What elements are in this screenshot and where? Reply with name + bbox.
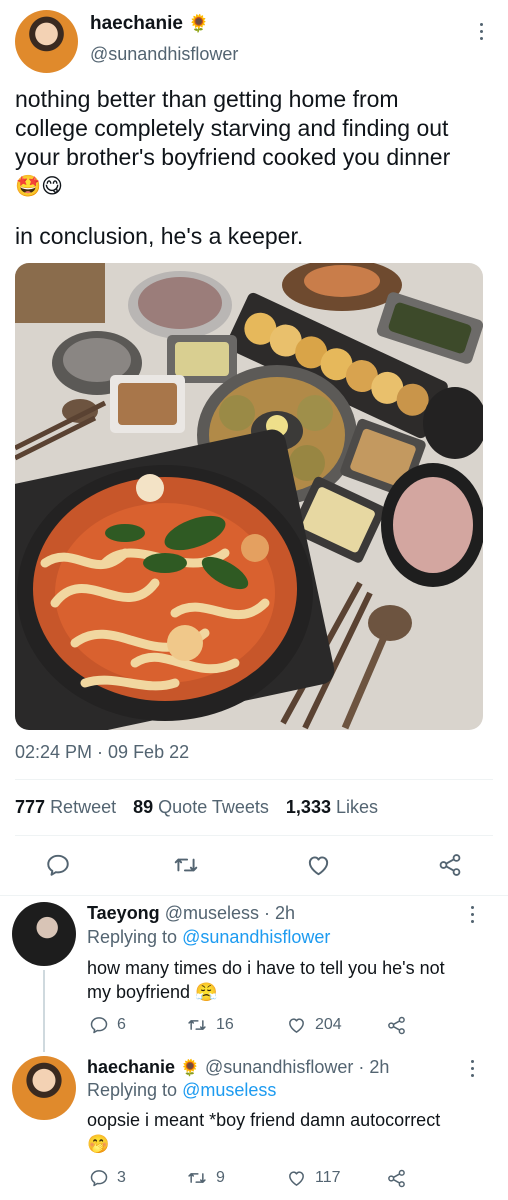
reply-text: how many times do i have to tell you he'…: [87, 956, 497, 1004]
reply-reply-button[interactable]: 3: [89, 1168, 126, 1188]
author-name-row[interactable]: haechanie 🌻: [90, 13, 209, 35]
replying-to-prefix: Replying to: [87, 1080, 178, 1100]
reply-avatar[interactable]: [12, 1056, 76, 1120]
retweet-count: 9: [216, 1169, 225, 1186]
retweets-stat[interactable]: 777 Retweet: [15, 797, 121, 817]
tweet-text-line: your brother's boyfriend cooked you dinn…: [15, 144, 451, 170]
retweet-icon: [174, 858, 198, 872]
likes-stat[interactable]: 1,333 Likes: [286, 797, 378, 817]
replying-to-handle[interactable]: @sunandhisflower: [182, 927, 330, 947]
replying-to-prefix: Replying to: [87, 927, 178, 947]
replying-to: Replying to @museless: [87, 1080, 276, 1101]
reply-text: oopsie i meant *boy friend damn autocorr…: [87, 1108, 497, 1156]
reply-text-line: how many times do i have to tell you he'…: [87, 958, 445, 978]
retweet-icon: [188, 1173, 206, 1183]
likes-label: Likes: [335, 797, 379, 817]
retweet-button[interactable]: [172, 852, 200, 878]
reply-like-button[interactable]: 204: [286, 1015, 342, 1035]
like-button[interactable]: [305, 852, 332, 878]
reply-button[interactable]: [45, 852, 71, 878]
author-avatar[interactable]: [15, 10, 78, 73]
reply-share-button[interactable]: [386, 1168, 407, 1189]
speech-bubble-icon: [47, 854, 69, 876]
reply-retweet-button[interactable]: 9: [186, 1168, 225, 1188]
like-count: 204: [315, 1016, 342, 1033]
thread-line: [43, 970, 45, 1052]
replying-to-handle[interactable]: @museless: [182, 1080, 276, 1100]
reply-author-handle[interactable]: @sunandhisflower: [205, 1057, 353, 1077]
tweet-conclusion: in conclusion, he's a keeper.: [15, 223, 304, 249]
heart-icon: [289, 1018, 304, 1033]
reply-header: Taeyong @museless · 2h: [87, 903, 295, 924]
likes-count: 1,333: [285, 797, 331, 817]
speech-bubble-icon: [90, 1170, 108, 1187]
reply-retweet-button[interactable]: 16: [186, 1015, 234, 1035]
retweet-icon: [188, 1020, 206, 1030]
more-options-icon[interactable]: [480, 23, 484, 41]
quotes-label: Quote Tweets: [158, 797, 269, 817]
share-icon: [439, 854, 461, 876]
reply-reply-button[interactable]: 6: [89, 1015, 126, 1035]
quotes-stat[interactable]: 89 Quote Tweets: [133, 797, 274, 817]
divider: [15, 779, 493, 780]
reply-author-emoji: 🌻: [180, 1060, 200, 1077]
tweet-text-line: college completely starving and finding …: [15, 115, 449, 141]
reply-text-line: oopsie i meant *boy friend damn autocorr…: [87, 1110, 441, 1130]
reply-author-handle[interactable]: @museless: [165, 903, 259, 923]
share-icon: [388, 1169, 405, 1188]
reply-count: 3: [117, 1169, 126, 1186]
retweets-count: 777: [15, 797, 46, 817]
retweets-label: Retweet: [50, 797, 117, 817]
divider: [0, 895, 508, 896]
reply-count: 6: [117, 1016, 126, 1033]
reply-more-icon[interactable]: [471, 906, 475, 924]
tweet-timestamp[interactable]: 02:24 PM · 09 Feb 22: [15, 742, 189, 763]
reply-time[interactable]: · 2h: [358, 1057, 389, 1077]
tweet-text-line: nothing better than getting home from: [15, 86, 399, 112]
reply-avatar[interactable]: [12, 902, 76, 966]
like-count: 117: [315, 1169, 341, 1186]
author-handle[interactable]: @sunandhisflower: [90, 44, 238, 65]
reply-share-button[interactable]: [386, 1015, 407, 1036]
tweet-stats: 777 Retweet 89 Quote Tweets 1,333 Likes: [15, 797, 378, 818]
reply-time[interactable]: · 2h: [264, 903, 295, 923]
retweet-count: 16: [216, 1016, 234, 1033]
heart-icon: [308, 856, 329, 876]
author-display-name[interactable]: haechanie: [90, 13, 183, 34]
reply-text-line: my boyfriend 😤: [87, 982, 218, 1002]
speech-bubble-icon: [90, 1017, 108, 1034]
reply-header: haechanie 🌻 @sunandhisflower · 2h: [87, 1057, 389, 1078]
reply-like-button[interactable]: 117: [286, 1168, 341, 1188]
reply-text-line: 🤭: [87, 1134, 110, 1154]
heart-icon: [289, 1171, 304, 1186]
share-icon: [388, 1016, 405, 1035]
food-photo-illustration: [15, 263, 483, 730]
reply-author-name[interactable]: haechanie: [87, 1057, 175, 1077]
reply-more-icon[interactable]: [471, 1060, 475, 1078]
divider: [15, 835, 493, 836]
reply-author-name[interactable]: Taeyong: [87, 903, 160, 923]
share-button[interactable]: [437, 852, 463, 878]
replying-to: Replying to @sunandhisflower: [87, 927, 330, 948]
author-name-emoji: 🌻: [188, 14, 210, 33]
quotes-count: 89: [133, 797, 154, 817]
tweet-text-emojis: 🤩😋: [15, 175, 64, 198]
tweet-photo[interactable]: [15, 263, 483, 730]
tweet-text: nothing better than getting home from co…: [15, 85, 500, 201]
